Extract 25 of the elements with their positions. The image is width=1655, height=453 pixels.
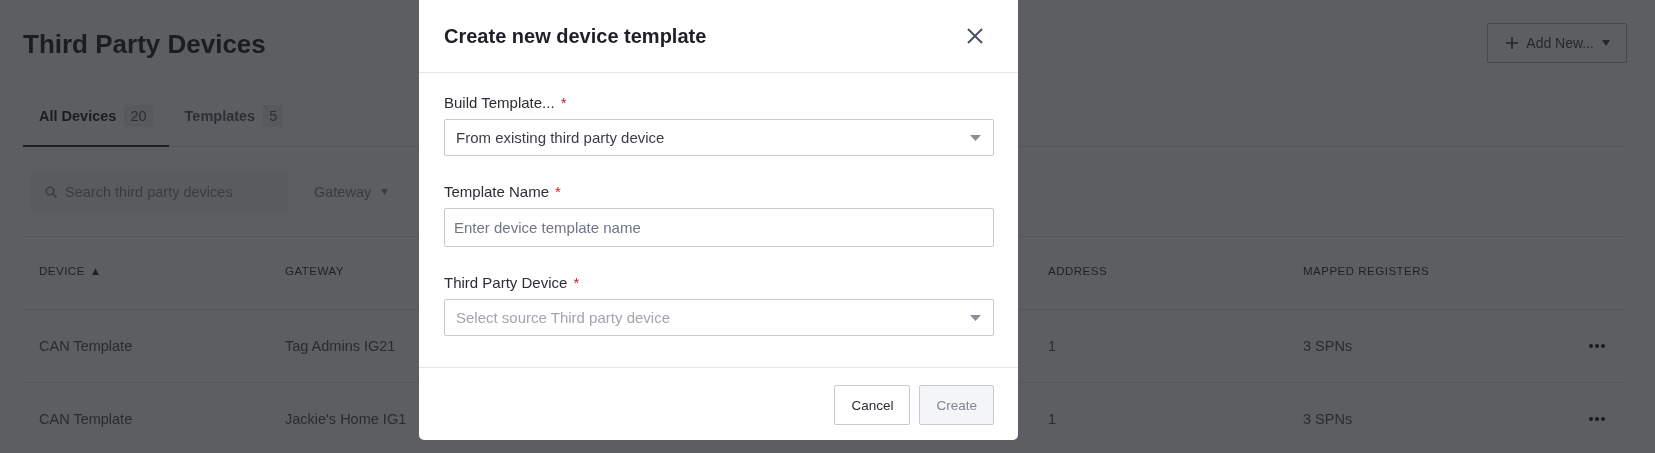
more-icon[interactable] [1589, 417, 1605, 421]
column-header[interactable]: MAPPED REGISTERS [1303, 265, 1567, 309]
input-field[interactable]: Enter device template name [444, 208, 994, 247]
more-icon[interactable] [1589, 344, 1605, 348]
required-mark: * [555, 183, 561, 200]
field-label: Third Party Device [444, 274, 568, 291]
search-icon [45, 185, 57, 198]
page-title: Third Party Devices [23, 27, 266, 60]
sort-indicator: ▲ [89, 265, 102, 279]
required-mark: * [573, 274, 580, 291]
dropdown[interactable]: Select source Third party device [444, 299, 994, 336]
column-header[interactable]: ADDRESS [1048, 265, 1303, 309]
column-header[interactable]: DEVICE ▲ [39, 265, 285, 309]
caret-icon [1602, 40, 1610, 46]
caret-icon [381, 188, 389, 195]
dialog-title: Create new device template [444, 24, 707, 48]
dropdown[interactable]: From existing third party device [444, 119, 994, 156]
caret-icon [970, 314, 981, 321]
required-mark: * [560, 94, 567, 111]
plus-icon [1506, 37, 1519, 49]
cancel-button[interactable]: Cancel [834, 385, 911, 425]
field-label: Template Name [444, 183, 550, 200]
close-icon[interactable] [967, 28, 983, 44]
field-label: Build Template... [444, 94, 555, 111]
caret-icon [970, 134, 981, 141]
